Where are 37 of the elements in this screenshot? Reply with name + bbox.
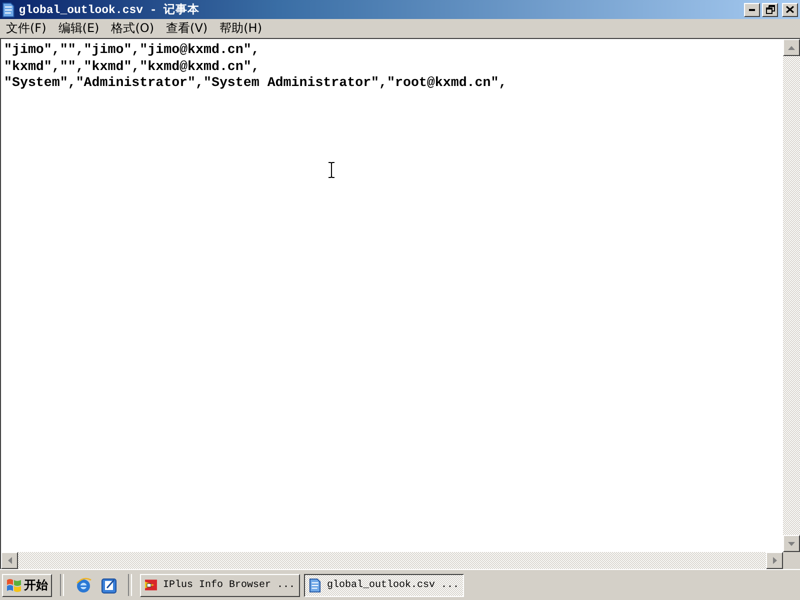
notepad-icon [309, 576, 321, 594]
task-label: global_outlook.csv ... [326, 580, 459, 590]
right-arrow-icon [772, 557, 776, 564]
window-title: global_outlook.csv - 记事本 [18, 2, 201, 17]
text-editor[interactable]: "jimo","","jimo","jimo@kxmd.cn", "kxmd","","kxmd","kxmd@kxmd.cn", "System","Administrator","System Administrator","root@kxmd.cn", [1, 39, 783, 552]
scroll-up-button[interactable] [783, 39, 800, 56]
start-button[interactable]: 开始 [2, 574, 52, 596]
text-line: "jimo","","jimo","jimo@kxmd.cn", [4, 42, 260, 58]
menu-item[interactable]: 文件(F) [1, 20, 52, 37]
page-edit-icon [100, 576, 118, 594]
close-icon [786, 6, 794, 13]
restore-icon [766, 5, 774, 14]
text-cursor-icon [328, 162, 335, 178]
scroll-left-button[interactable] [1, 552, 18, 569]
menu-item[interactable]: 编辑(E) [53, 20, 104, 37]
app-icon [145, 577, 157, 593]
menu-item[interactable]: 查看(V) [161, 20, 213, 37]
text-line: "System","Administrator","System Administrator","root@kxmd.cn", [4, 75, 508, 92]
menu-item[interactable]: 帮助(H) [214, 20, 267, 37]
scroll-down-button[interactable] [783, 535, 800, 552]
windows-flag-icon [6, 578, 22, 592]
close-button[interactable] [782, 2, 798, 16]
down-arrow-icon [788, 542, 795, 546]
restore-button[interactable] [762, 2, 778, 16]
scroll-right-button[interactable] [766, 552, 783, 569]
minimize-icon [749, 8, 755, 10]
minimize-button[interactable] [744, 2, 760, 16]
taskbar-button[interactable]: IPlus Info Browser ... [140, 574, 300, 596]
menu-item[interactable]: 格式(O) [106, 20, 160, 37]
task-label: IPlus Info Browser ... [162, 580, 295, 590]
text-line: "kxmd","","kxmd","kxmd@kxmd.cn", [4, 58, 260, 75]
left-arrow-icon [8, 557, 12, 564]
notepad-icon [2, 2, 15, 18]
start-label: 开始 [24, 576, 48, 594]
taskbar-button[interactable]: global_outlook.csv ... [304, 574, 464, 596]
up-arrow-icon [788, 46, 795, 50]
browser-e-icon [74, 576, 92, 594]
